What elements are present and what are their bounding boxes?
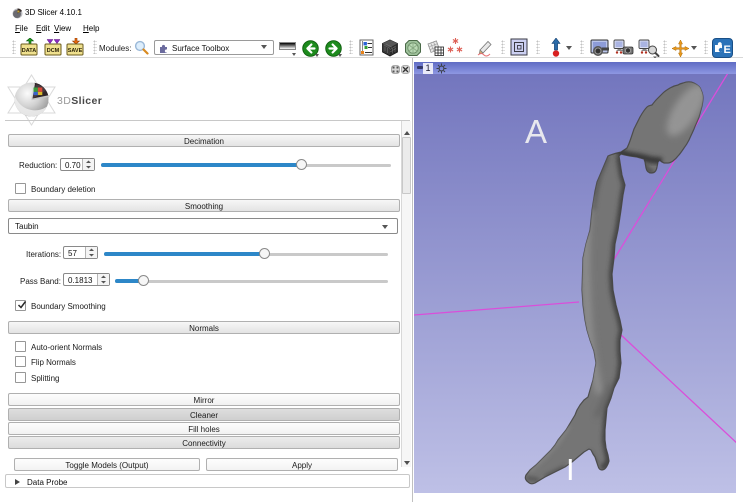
svg-text:SAVE: SAVE xyxy=(68,48,83,54)
svg-text:DCM: DCM xyxy=(47,48,60,54)
svg-text:3DSlicer: 3DSlicer xyxy=(57,95,102,107)
svg-text:E: E xyxy=(724,44,731,56)
svg-text:DATA: DATA xyxy=(22,48,36,54)
